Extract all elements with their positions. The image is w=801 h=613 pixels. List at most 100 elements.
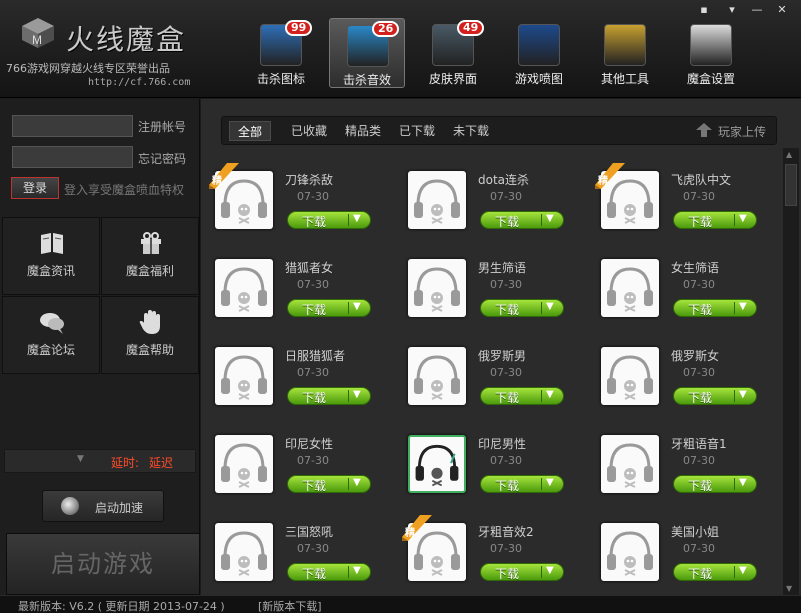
- accelerate-button[interactable]: 启动加速: [42, 490, 164, 522]
- help-button[interactable]: 魔盒帮助: [101, 296, 199, 374]
- sound-thumbnail[interactable]: [215, 259, 273, 317]
- sound-title: 牙粗音效2: [478, 525, 534, 539]
- sound-date: 07-30: [683, 278, 715, 291]
- start-game-button[interactable]: 启动游戏: [6, 533, 200, 595]
- delay-label: 延时:: [111, 456, 140, 470]
- nav-item-1[interactable]: 26 击杀音效: [329, 18, 405, 88]
- dropdown-arrow-icon[interactable]: ▼: [739, 389, 747, 400]
- close-button[interactable]: ✕: [775, 3, 789, 17]
- nav-label: 皮肤界面: [428, 72, 477, 86]
- download-label: 下载: [302, 303, 327, 317]
- app-title: 火线魔盒: [66, 23, 187, 56]
- nav-item-3[interactable]: 游戏喷图: [501, 18, 577, 88]
- download-button[interactable]: 下载 ▼: [287, 387, 371, 405]
- minimize-window-button[interactable]: —: [750, 3, 764, 17]
- count-badge: 99: [285, 20, 313, 36]
- featured-label: 精: [405, 528, 415, 539]
- dropdown-arrow-icon[interactable]: ▼: [546, 389, 554, 400]
- new-version-download-link[interactable]: [新版本下载]: [258, 598, 322, 613]
- download-label: 下载: [688, 479, 713, 493]
- download-button[interactable]: 下载 ▼: [480, 211, 564, 229]
- forgot-password-link[interactable]: 忘记密码: [138, 150, 186, 167]
- sound-thumbnail[interactable]: [215, 347, 273, 405]
- tab-2[interactable]: 精品类: [337, 121, 389, 141]
- tab-1[interactable]: 已收藏: [283, 121, 335, 141]
- headphone-icon: [607, 531, 653, 576]
- book-icon: [41, 233, 63, 254]
- register-link[interactable]: 注册帐号: [138, 118, 186, 135]
- download-button[interactable]: 下载 ▼: [673, 211, 757, 229]
- sound-date: 07-30: [683, 542, 715, 555]
- download-button[interactable]: 下载 ▼: [673, 563, 757, 581]
- dropdown-arrow-icon[interactable]: ▼: [353, 301, 361, 312]
- forum-button[interactable]: 魔盒论坛: [2, 296, 100, 374]
- player-upload-button[interactable]: 玩家上传: [684, 119, 776, 143]
- sound-thumbnail[interactable]: [215, 523, 273, 581]
- sound-card: 美国小姐 07-30 下载 ▼: [601, 523, 776, 595]
- download-button[interactable]: 下载 ▼: [480, 299, 564, 317]
- news-button[interactable]: 魔盒资讯: [2, 217, 100, 295]
- sound-thumbnail[interactable]: [601, 435, 659, 493]
- download-button[interactable]: 下载 ▼: [480, 475, 564, 493]
- tab-0[interactable]: 全部: [229, 121, 272, 141]
- sound-thumbnail[interactable]: [408, 435, 466, 493]
- login-button[interactable]: 登录: [11, 177, 59, 199]
- nav-item-4[interactable]: 其他工具: [587, 18, 663, 88]
- minimize-bar-icon: —: [751, 3, 763, 16]
- scroll-down-icon[interactable]: ▼: [786, 584, 792, 593]
- dropdown-arrow-icon[interactable]: ▼: [546, 301, 554, 312]
- sound-card: 印尼男性 07-30 下载 ▼: [408, 435, 583, 507]
- download-button[interactable]: 下载 ▼: [480, 387, 564, 405]
- download-label: 下载: [495, 479, 520, 493]
- nav-item-5[interactable]: 魔盒设置: [673, 18, 749, 88]
- password-input[interactable]: [12, 146, 133, 168]
- scroll-thumb[interactable]: [785, 164, 797, 206]
- dropdown-arrow-icon[interactable]: ▼: [353, 213, 361, 224]
- download-button[interactable]: 下载 ▼: [287, 475, 371, 493]
- username-input[interactable]: [12, 115, 133, 137]
- minimize-button[interactable]: ▾: [725, 3, 739, 17]
- sound-title: 俄罗斯女: [671, 349, 720, 363]
- download-button[interactable]: 下载 ▼: [287, 211, 371, 229]
- dropdown-arrow-icon[interactable]: ▼: [353, 389, 361, 400]
- feedback-button[interactable]: ▪: [697, 3, 711, 17]
- headphone-icon: [221, 443, 267, 488]
- dropdown-arrow-icon[interactable]: ▼: [739, 301, 747, 312]
- chat-bubbles-icon: [40, 313, 64, 334]
- scroll-up-icon[interactable]: ▲: [786, 150, 792, 159]
- sound-thumbnail[interactable]: [215, 435, 273, 493]
- nav-label: 魔盒设置: [686, 72, 735, 86]
- sound-thumbnail[interactable]: [601, 523, 659, 581]
- app-subtitle: 766游戏网穿越火线专区荣誉出品: [6, 62, 170, 75]
- download-button[interactable]: 下载 ▼: [673, 387, 757, 405]
- dropdown-arrow-icon[interactable]: ▼: [353, 477, 361, 488]
- dropdown-arrow-icon[interactable]: ▼: [739, 565, 747, 576]
- dropdown-arrow-icon[interactable]: ▼: [546, 213, 554, 224]
- nav-item-0[interactable]: 99 击杀图标: [243, 18, 319, 88]
- sound-thumbnail[interactable]: [408, 171, 466, 229]
- tab-3[interactable]: 已下载: [391, 121, 443, 141]
- tab-4[interactable]: 未下载: [445, 121, 497, 141]
- login-hint: 登入享受魔盒喷血特权: [64, 183, 185, 197]
- dropdown-arrow-icon[interactable]: ▼: [546, 477, 554, 488]
- download-button[interactable]: 下载 ▼: [287, 299, 371, 317]
- sound-thumbnail[interactable]: [408, 347, 466, 405]
- dropdown-arrow-icon[interactable]: ▼: [546, 565, 554, 576]
- download-label: 下载: [688, 567, 713, 581]
- download-button[interactable]: 下载 ▼: [287, 563, 371, 581]
- dropdown-arrow-icon[interactable]: ▼: [353, 565, 361, 576]
- scrollbar[interactable]: ▲ ▼: [783, 148, 799, 595]
- headphone-icon: [607, 267, 653, 312]
- delay-selector[interactable]: ▼ 延时: 延迟: [4, 449, 196, 473]
- nav-item-2[interactable]: 49 皮肤界面: [415, 18, 491, 88]
- sound-thumbnail[interactable]: [408, 259, 466, 317]
- dropdown-arrow-icon[interactable]: ▼: [739, 213, 747, 224]
- sound-date: 07-30: [297, 190, 329, 203]
- download-button[interactable]: 下载 ▼: [673, 475, 757, 493]
- dropdown-arrow-icon[interactable]: ▼: [739, 477, 747, 488]
- sound-thumbnail[interactable]: [601, 347, 659, 405]
- sound-thumbnail[interactable]: [601, 259, 659, 317]
- download-button[interactable]: 下载 ▼: [673, 299, 757, 317]
- download-button[interactable]: 下载 ▼: [480, 563, 564, 581]
- welfare-button[interactable]: 魔盒福利: [101, 217, 199, 295]
